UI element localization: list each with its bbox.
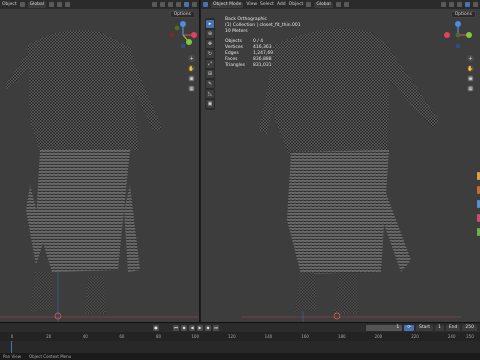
shading-material-icon[interactable] bbox=[473, 2, 478, 7]
move-icon[interactable]: ✥ bbox=[206, 40, 214, 48]
end-frame-label: End bbox=[445, 324, 461, 331]
navigation-buttons-right: + ✋ ▣ ▦ bbox=[467, 55, 474, 92]
frame-tick: 120 bbox=[228, 334, 236, 339]
frame-tick: 200 bbox=[374, 334, 383, 339]
transform-orientation-dropdown[interactable]: Global bbox=[314, 1, 333, 8]
menu-object[interactable]: Object bbox=[289, 2, 304, 7]
viewport-left[interactable]: Object Global Options + ✋ ▣ ▦ bbox=[0, 0, 200, 322]
frame-tick: 160 bbox=[301, 334, 309, 339]
preview-range-toggle[interactable]: ⟳ bbox=[404, 324, 414, 331]
play-reverse-icon[interactable]: ◀ bbox=[189, 324, 195, 331]
transform-icon[interactable]: ⊞ bbox=[206, 70, 214, 78]
timeline-ruler[interactable]: 0 20 40 60 80 100 120 140 160 180 200 220 240 250 bbox=[0, 333, 480, 341]
transform-orientation-dropdown[interactable]: Global bbox=[27, 1, 47, 8]
scale-icon[interactable]: ⤢ bbox=[206, 60, 214, 68]
camera-icon[interactable]: ▣ bbox=[467, 75, 474, 82]
frame-tick: 220 bbox=[411, 334, 419, 339]
tool-shelf: ▸ ⊕ ✥ ↻ ⤢ ⊞ ✎ ◺ ▣ bbox=[205, 18, 215, 110]
xray-icon[interactable] bbox=[176, 2, 181, 7]
proportional-edit-icon[interactable] bbox=[65, 2, 71, 7]
snap-icon[interactable] bbox=[57, 2, 63, 7]
object-mode-label[interactable]: Object bbox=[2, 2, 17, 7]
pivot-icon[interactable] bbox=[335, 2, 341, 7]
zoom-icon[interactable]: + bbox=[467, 55, 474, 62]
frame-tick: 140 bbox=[264, 334, 273, 339]
orientation-icon bbox=[306, 2, 312, 7]
playhead[interactable] bbox=[11, 341, 12, 353]
status-context-menu: Object Context Menu bbox=[28, 354, 72, 359]
pan-hand-icon[interactable]: ✋ bbox=[467, 65, 474, 72]
gizmo-toggle-icon[interactable] bbox=[449, 2, 454, 7]
visibility-icon[interactable] bbox=[152, 2, 157, 7]
viewport-right[interactable]: Object Mode View Select Add Object Globa… bbox=[201, 0, 480, 322]
frame-tick: 250 bbox=[466, 334, 474, 339]
record-icon[interactable]: ● bbox=[153, 324, 159, 331]
status-pan-view: Pan View bbox=[3, 354, 21, 359]
menu-select[interactable]: Select bbox=[260, 2, 274, 7]
start-frame-field[interactable]: 1 bbox=[434, 324, 444, 331]
measure-icon[interactable]: ◺ bbox=[206, 90, 214, 98]
frame-tick: 20 bbox=[46, 334, 52, 339]
end-frame-field[interactable]: 250 bbox=[462, 324, 477, 331]
grid-icon[interactable]: ▦ bbox=[467, 85, 474, 92]
shading-solid-icon[interactable] bbox=[184, 2, 189, 7]
viewport-header-left: Object Global bbox=[0, 0, 199, 9]
shading-material-icon[interactable] bbox=[192, 2, 197, 7]
menu-add[interactable]: Add bbox=[277, 2, 286, 7]
timeline-editor: ● ⏮ ◆ ◀ ▶ ◆ ⏭ 1 ⟳ Start 1 End 250 0 20 40 6… bbox=[0, 322, 480, 353]
editor-type-icon[interactable] bbox=[203, 2, 208, 7]
jump-end-icon[interactable]: ⏭ bbox=[213, 324, 219, 331]
rotate-icon[interactable]: ↻ bbox=[206, 50, 214, 58]
viewport-header-right: Object Mode View Select Add Object Globa… bbox=[201, 0, 480, 9]
timeline-track-area[interactable] bbox=[0, 341, 480, 353]
jump-start-icon[interactable]: ⏮ bbox=[173, 324, 179, 331]
play-icon[interactable]: ▶ bbox=[197, 324, 203, 331]
menu-view[interactable]: View bbox=[246, 2, 257, 7]
select-box-icon[interactable]: ▸ bbox=[206, 20, 214, 28]
shading-solid-icon[interactable] bbox=[465, 2, 470, 7]
add-cube-icon[interactable]: ▣ bbox=[206, 100, 214, 108]
mesh-figure-front[interactable] bbox=[0, 10, 200, 322]
status-bar: Pan View Object Context Menu bbox=[0, 353, 480, 360]
mesh-figure-back[interactable] bbox=[241, 10, 461, 322]
object-mode-dropdown[interactable]: Object Mode bbox=[211, 1, 244, 8]
visibility-icon[interactable] bbox=[441, 2, 446, 7]
frame-tick: 0 bbox=[10, 334, 14, 339]
frame-tick: 100 bbox=[191, 334, 200, 339]
current-frame-field[interactable]: 1 bbox=[366, 324, 403, 331]
pivot-icon[interactable] bbox=[49, 2, 55, 7]
frame-tick: 240 bbox=[447, 334, 456, 339]
start-frame-label: Start bbox=[415, 324, 433, 331]
frame-tick: 180 bbox=[337, 334, 346, 339]
snap-icon[interactable] bbox=[343, 2, 349, 7]
frame-tick: 80 bbox=[156, 334, 162, 339]
prev-keyframe-icon[interactable]: ◆ bbox=[181, 324, 187, 331]
orientation-icon bbox=[19, 2, 25, 7]
cursor-icon[interactable]: ⊕ bbox=[206, 30, 214, 38]
overlay-toggle-icon[interactable] bbox=[457, 2, 462, 7]
overlay-toggle-icon[interactable] bbox=[168, 2, 173, 7]
next-keyframe-icon[interactable]: ◆ bbox=[205, 324, 211, 331]
frame-tick: 40 bbox=[82, 334, 88, 339]
frame-tick: 60 bbox=[119, 334, 125, 339]
timeline-header: ● ⏮ ◆ ◀ ▶ ◆ ⏭ 1 ⟳ Start 1 End 250 bbox=[0, 323, 480, 332]
annotate-icon[interactable]: ✎ bbox=[206, 80, 214, 88]
gizmo-toggle-icon[interactable] bbox=[160, 2, 165, 7]
